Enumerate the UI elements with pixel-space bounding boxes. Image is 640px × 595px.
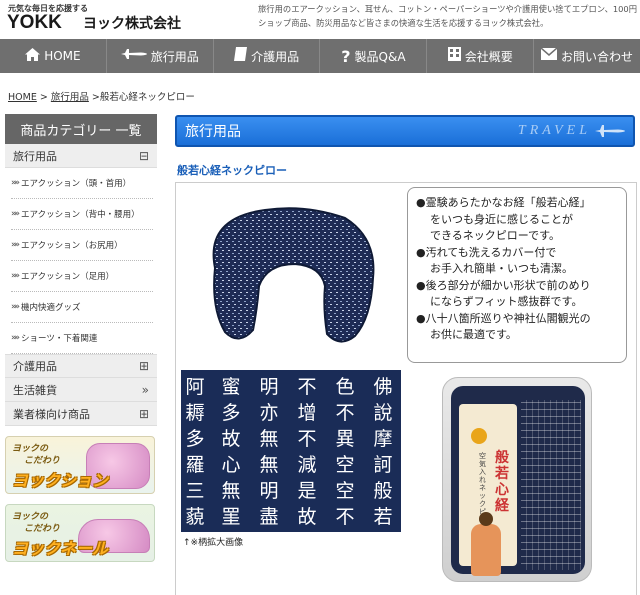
banner-title: ヨックション [12,471,109,490]
sidebar-category-goods[interactable]: 生活雑貨 » [5,378,157,402]
sidebar-category-care[interactable]: 介護用品 ⊞ [5,354,157,378]
kanji-column: 不增不減是故空 [297,376,317,528]
description-line: ●後ろ部分が細かい形状で前のめり [416,278,591,292]
kanji-column: 明亦無無明盡乃 [259,376,279,528]
airplane-icon [120,48,147,64]
sidebar-subitem[interactable]: »» エアクッション（頭・首用） [11,168,153,199]
nav-label: 旅行用品 [150,49,199,64]
mail-icon [540,47,558,64]
nav-care[interactable]: 介護用品 [214,39,321,73]
building-icon [447,47,461,65]
package-title: 般若心経 [495,450,509,514]
banner-line2: こだわり [24,456,61,466]
home-icon [25,47,41,65]
package-pattern [521,400,581,570]
subitem-label: ショーツ・下着関連 [21,334,98,344]
nav-company[interactable]: 会社概要 [427,39,535,73]
breadcrumb: HOME > 旅行用品 >般若心経ネックピロー [8,89,195,103]
sidebar-heading: 商品カテゴリー 一覧 [5,114,157,144]
breadcrumb-separator: > [91,92,100,103]
book-icon [234,47,248,65]
airplane-icon [595,123,625,142]
product-description: ●霊験あらたかなお経「般若心経」 をいつも身近に感じることが できるネックピロー… [407,187,627,363]
section-title: 旅行用品 [185,124,241,140]
description-line: にならずフィット感抜群です。 [430,295,583,308]
double-chevron-icon: »» [11,209,20,219]
banner-line2: こだわり [24,524,61,534]
badge-icon [471,428,487,444]
main-nav: HOME 旅行用品 介護用品 ? 製品Q&A 会社概要 お問い合わせ [0,39,640,73]
image-caption: ↑※柄拡大画像 [183,538,244,548]
section-header: 旅行用品 TRAVEL [175,115,635,147]
logo[interactable]: YOKK [7,12,62,34]
nav-label: お問い合わせ [561,49,634,64]
description-line: できるネックピローです。 [430,229,561,242]
nav-faq[interactable]: ? 製品Q&A [320,39,428,73]
description-line: ●八十八箇所巡りや神社仏閣観光の [416,311,591,325]
breadcrumb-home[interactable]: HOME [8,92,37,103]
double-chevron-icon: »» [11,333,20,343]
question-icon: ? [341,46,351,66]
category-label: 介護用品 [13,360,57,373]
package-body: 空気入れネックピロー 般若心経 [451,386,585,576]
nav-travel[interactable]: 旅行用品 [107,39,214,73]
description-line: お手入れ簡単・いつも清潔。 [430,262,573,275]
nav-home[interactable]: HOME [0,39,107,73]
sidebar: 商品カテゴリー 一覧 旅行用品 ⊟ »» エアクッション（頭・首用） »» エアクッ… [5,114,157,562]
category-label: 業者様向け商品 [13,407,90,421]
collapse-icon[interactable]: ⊟ [139,149,149,163]
description-line: をいつも身近に感じることが [430,212,573,226]
breadcrumb-current: 般若心経ネックピロー [99,92,195,103]
product-image-pillow [195,198,380,348]
sidebar-subitem[interactable]: »» エアクッション（お尻用） [11,230,153,261]
breadcrumb-separator: > [39,92,48,103]
double-chevron-icon: »» [11,178,20,188]
nav-contact[interactable]: お問い合わせ [534,39,640,73]
nav-label: 製品Q&A [354,49,406,64]
nav-label: HOME [44,49,81,63]
double-chevron-icon: »» [11,240,20,250]
logo-company-name[interactable]: ヨック株式会社 [83,13,181,33]
product-image-package: 空気入れネックピロー 般若心経 [442,377,592,582]
expand-icon[interactable]: ⊞ [139,359,149,373]
sidebar-subitem[interactable]: »» 機内快適グッズ [11,292,153,323]
sidebar-subitem[interactable]: »» ショーツ・下着関連 [11,323,153,354]
sidebar-category-business[interactable]: 業者様向け商品 ⊞ [5,402,157,426]
subitem-label: エアクッション（背中・腰用） [21,210,140,220]
double-chevron-icon: »» [11,271,20,281]
person-illustration [471,512,501,576]
kanji-column: 色不異空空不異 [335,376,355,528]
category-label: 旅行用品 [13,149,57,163]
sidebar-subitem[interactable]: »» エアクッション（背中・腰用） [11,199,153,230]
category-label: 生活雑貨 [13,383,57,397]
double-chevron-icon: »» [11,302,20,312]
header-description: 旅行用のエアークッション、耳せん、コットン・ペーパーショーツや介護用使い捨てエプ… [258,4,637,28]
nav-label: 介護用品 [251,49,300,64]
sidebar-sublist: »» エアクッション（頭・首用） »» エアクッション（背中・腰用） »» エアクッシ… [5,168,157,354]
banner-yokkneru[interactable]: ヨックの こだわり ヨックネール [5,504,155,562]
product-title: 般若心経ネックピロー [177,164,287,177]
banner-title: ヨックネール [12,539,109,558]
subitem-label: エアクッション（頭・首用） [21,179,132,189]
sidebar-subitem[interactable]: »» エアクッション（足用） [11,261,153,292]
sidebar-category-travel[interactable]: 旅行用品 ⊟ [5,144,157,168]
description-line: ●汚れても洗えるカバー付で [416,245,557,259]
chevron-right-icon[interactable]: » [142,383,149,397]
package-label: 空気入れネックピロー 般若心経 [459,404,517,576]
site-header: 元気な毎日を応援する YOKK ヨック株式会社 旅行用のエアークッション、耳せん… [0,0,640,38]
pattern-closeup-image: 佛說摩訶般若波 色不異空空不異 不增不減是故空 明亦無無明盡乃 蜜多故心無罣礙 … [181,370,401,532]
subitem-label: 機内快適グッズ [21,303,81,313]
section-tag: TRAVEL [517,123,591,138]
kanji-column: 佛說摩訶般若波 [373,376,393,528]
kanji-column: 阿耨多羅三藐三 [185,376,205,528]
expand-icon[interactable]: ⊞ [139,407,149,421]
banner-yokkushon[interactable]: ヨックの こだわり ヨックション [5,436,155,494]
nav-label: 会社概要 [464,49,513,64]
description-line: お供に最適です。 [430,328,517,341]
kanji-column: 蜜多故心無罣礙 [221,376,241,528]
breadcrumb-category[interactable]: 旅行用品 [51,92,89,103]
description-line: ●霊験あらたかなお経「般若心経」 [416,196,591,209]
subitem-label: エアクッション（足用） [21,272,115,282]
subitem-label: エアクッション（お尻用） [21,241,123,251]
